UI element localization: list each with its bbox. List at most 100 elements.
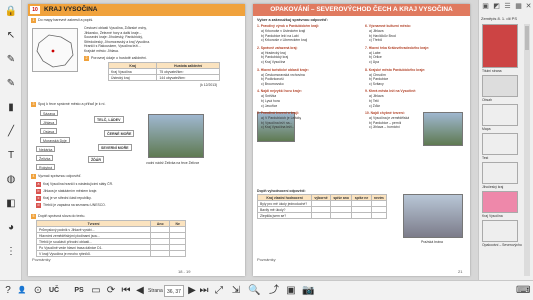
statement-text: Třebíč je zapsána na seznamu UNESCO. <box>43 203 106 207</box>
next-icon[interactable]: ⏭ <box>198 284 210 298</box>
page-thumbnail[interactable] <box>482 24 518 68</box>
thumbnail-label[interactable]: Kraj Vysočina <box>482 214 522 218</box>
page-input[interactable]: 36, 37 <box>164 285 184 297</box>
list-icon[interactable]: ☰ <box>503 2 512 11</box>
highlighter-icon[interactable]: ✎ <box>0 76 22 92</box>
page-label: Strana <box>148 288 163 294</box>
river-word[interactable]: Jihlava <box>40 119 58 125</box>
quiz-answer[interactable]: c) Kraj Vysočina <box>261 60 285 65</box>
user-icon[interactable]: 👤 <box>16 284 28 298</box>
left-page-title: KRAJ VYSOČINA <box>44 6 98 13</box>
fit-icon[interactable]: ⇲ <box>230 284 242 298</box>
statement-text: Jihlava je statutárním městem kraje. <box>43 189 98 193</box>
zoom-in-icon[interactable]: 🔍 <box>248 284 260 298</box>
scroll-thumb[interactable] <box>525 26 529 50</box>
evaluation-cell[interactable] <box>311 212 331 219</box>
eraser-icon[interactable]: ▮ <box>0 100 22 116</box>
close-icon[interactable]: ✕ <box>524 2 533 11</box>
river-word[interactable]: Želivka <box>36 155 54 161</box>
page-thumbnail[interactable] <box>482 133 518 155</box>
quiz-answer[interactable]: c) Svitavy <box>369 82 384 87</box>
quiz-answer[interactable]: c) Třebíč <box>369 38 382 43</box>
uc-icon[interactable]: UČ <box>48 284 60 298</box>
quiz-answer[interactable]: c) Javořice <box>261 104 277 109</box>
stamp-icon[interactable]: ◍ <box>0 172 22 188</box>
page-number-badge: 10 <box>30 6 40 14</box>
more-icon[interactable]: ⋮ <box>0 244 22 260</box>
shape-icon[interactable]: ◧ <box>0 196 22 212</box>
refresh-icon[interactable]: ⟳ <box>105 284 117 298</box>
right-page: OPAKOVÁNÍ – SEVEROVÝCHOD ČECH A KRAJ VYS… <box>253 4 470 276</box>
evaluation-cell[interactable] <box>370 212 388 219</box>
keyboard-icon[interactable]: ⌨ <box>516 284 530 298</box>
river-word[interactable]: Moravská Dyje <box>40 137 70 143</box>
gate-photo-caption: Pražská brána <box>421 240 443 244</box>
thumbnail-label[interactable]: Titulní strana <box>482 69 522 73</box>
statement-line[interactable]: a Kraj Vysočina hraničí s následujícími s… <box>36 182 113 187</box>
share-icon[interactable]: ⤴ <box>268 284 280 298</box>
help-icon[interactable]: ? <box>2 284 14 298</box>
page-thumbnail[interactable] <box>482 75 518 97</box>
intro-line: Krajské město: Jihlava. <box>84 48 119 53</box>
task-2: 2 Porovnej údaje o hustotě zalidnění. <box>84 56 148 61</box>
arrow-icon[interactable]: ↖ <box>0 28 22 44</box>
thumbnail-label[interactable]: Obsah <box>482 98 522 102</box>
book-icon[interactable]: ▣ <box>481 2 490 11</box>
evaluation-cell[interactable] <box>351 212 372 219</box>
ps-icon[interactable]: PS <box>73 284 85 298</box>
pin-icon[interactable]: ⊙ <box>32 284 44 298</box>
statement-line[interactable]: b Jihlava je statutárním městem kraje. <box>36 189 97 194</box>
yes-cell[interactable] <box>150 250 171 257</box>
task-4: 4 Vyznač správnou odpověď. <box>31 174 82 179</box>
forward-icon[interactable]: ▶ <box>186 284 198 298</box>
quiz-answer[interactable]: c) Broumovsko <box>261 82 284 87</box>
page-thumbnail[interactable] <box>482 191 518 213</box>
quiz-answer[interactable]: c) Žďár <box>369 104 380 109</box>
quiz-answer[interactable]: c) Jihlava – hornictví <box>369 125 400 130</box>
panel-scrollbar[interactable] <box>524 24 530 276</box>
river-word[interactable]: Nežárka <box>36 146 56 152</box>
statement-line[interactable]: d Třebíč je zapsána na seznamu UNESCO. <box>36 203 106 208</box>
town-word[interactable]: ŽĎÁR <box>88 156 104 163</box>
back-icon[interactable]: ◀ <box>134 284 146 298</box>
town-word[interactable]: TELČ, LÁDEV <box>94 116 124 123</box>
bottom-toolbar: Strana 36, 37 ⌨ ? 👤 ⊙ UČ PS ▭ ⟳ ⏮ ◀ ▶ ⏭ ⤢ ⇲ 🔍 ⤴ ▣ 📷 <box>0 280 533 300</box>
page-thumbnail[interactable] <box>482 104 518 126</box>
town-word[interactable]: SEVERNÍ MOŘE <box>98 144 132 151</box>
river-word[interactable]: Rokytná <box>36 164 56 170</box>
palette-icon[interactable]: ◕ <box>0 220 22 236</box>
evaluation-cell[interactable] <box>329 212 353 219</box>
text-icon[interactable]: T <box>0 148 22 164</box>
quiz-question: 1. Pravdivý výrok o Pardubickém kraji: <box>257 24 320 28</box>
line-icon[interactable]: ╱ <box>0 124 22 140</box>
quiz-answer[interactable]: c) Úpa <box>369 60 379 65</box>
river-word[interactable]: Oslava <box>40 128 58 134</box>
letter-badge: b <box>36 189 41 194</box>
river-word[interactable]: Sázava <box>40 110 58 116</box>
quiz-answer[interactable]: c) Kraj Vysočina leží... <box>261 125 294 130</box>
prev-icon[interactable]: ⏮ <box>120 284 132 298</box>
bookmark-icon[interactable]: ◩ <box>492 2 501 11</box>
grid-icon[interactable]: ▦ <box>514 2 523 11</box>
thumbnail-label[interactable]: Opakování – Severovýchod <box>482 243 522 247</box>
page-thumbnail[interactable] <box>482 162 518 184</box>
lock-icon[interactable]: 🔒 <box>0 4 22 20</box>
export-icon[interactable]: ▣ <box>285 284 297 298</box>
thumbnail-label[interactable]: Test <box>482 156 522 160</box>
thumbnail-label[interactable]: Jihočeský kraj <box>482 185 522 189</box>
document-icon[interactable]: ▭ <box>90 284 102 298</box>
statement-line[interactable]: c Kraj je ve střední části republiky. <box>36 196 92 201</box>
thumbnail-label[interactable]: Mapa <box>482 127 522 131</box>
no-cell[interactable] <box>169 250 186 257</box>
town-word[interactable]: ČERNÉ MOŘE <box>104 130 135 137</box>
page-thumbnail[interactable] <box>482 220 518 242</box>
expand-icon[interactable]: ⤢ <box>213 284 225 298</box>
table-note: (k 12/2013) <box>200 83 218 87</box>
pen-icon[interactable]: ✎ <box>0 52 22 68</box>
task-1: 1 Do mapy barevně zakresli a popiš. <box>31 18 94 23</box>
quiz-answer[interactable]: c) Krkonoše v Libereckém kraji <box>261 38 307 43</box>
app-window: 🔒 ↖ ✎ ✎ ▮ ╱ T ◍ ◧ ◕ ⋮ 10 KRAJ VYSOČINA 1 Do mapy ba… <box>0 0 533 300</box>
quiz-question: 10. Najdi chybné tvrzení: <box>365 111 405 116</box>
camera-icon[interactable]: 📷 <box>302 284 314 298</box>
vysocina-map <box>32 28 78 72</box>
